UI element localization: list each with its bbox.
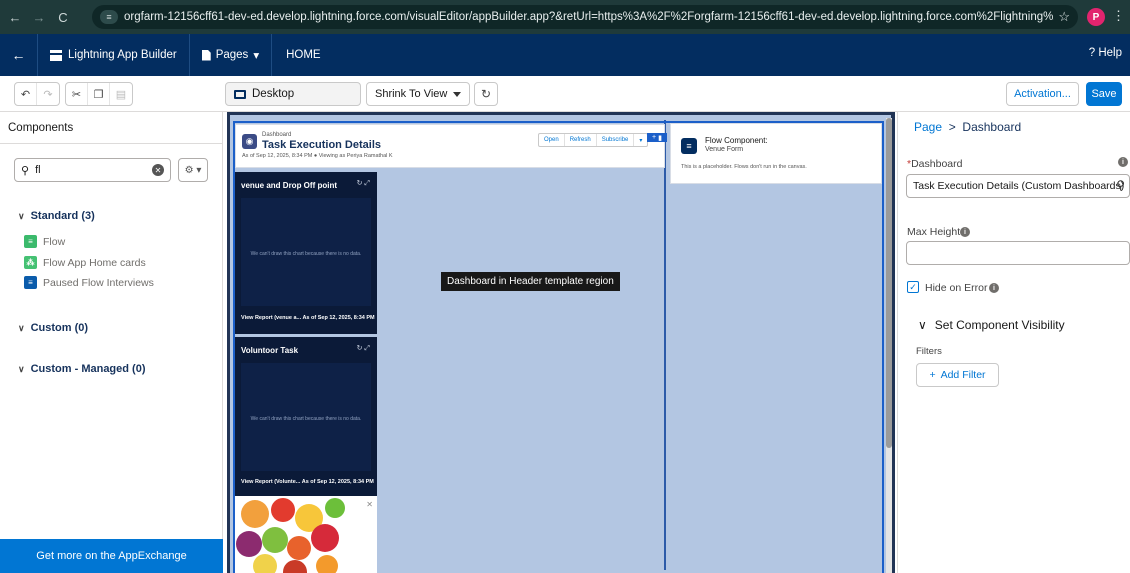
max-height-label-text: Max Height — [907, 226, 961, 238]
zoom-value: Shrink To View — [375, 88, 448, 100]
gear-icon: ⚙ ▾ — [184, 164, 202, 176]
device-selector[interactable]: Desktop — [225, 82, 361, 106]
url-text: orgfarm-12156cff61-dev-ed.develop.lightn… — [124, 11, 1054, 23]
undo-redo-group: ↶ ↷ — [14, 82, 60, 106]
help-label: Help — [1098, 47, 1122, 59]
caret-down-icon — [453, 92, 461, 97]
address-bar[interactable]: ≡ orgfarm-12156cff61-dev-ed.develop.ligh… — [92, 5, 1078, 29]
bookmark-star-icon[interactable]: ☆ — [1058, 9, 1070, 25]
zoom-select[interactable]: Shrink To View — [366, 82, 470, 106]
chevron-down-icon: ∨ — [18, 322, 25, 333]
properties-panel: Page > Dashboard *Dashboard i Task Execu… — [897, 112, 1130, 573]
chevron-down-icon: ∨ — [918, 318, 927, 332]
set-component-visibility-toggle[interactable]: ∨ Set Component Visibility — [918, 318, 1065, 332]
page-icon — [201, 49, 211, 61]
browser-menu-icon[interactable]: ⋮ — [1112, 8, 1125, 24]
chevron-down-icon: ▾ — [253, 50, 260, 62]
pages-label: Pages — [215, 49, 249, 61]
component-flow-label: Flow — [43, 235, 66, 248]
add-filter-label: Add Filter — [940, 369, 986, 381]
back-button[interactable]: ← — [0, 34, 38, 76]
profile-avatar[interactable]: P — [1087, 8, 1105, 26]
chevron-down-icon: ∨ — [18, 363, 25, 374]
reload-icon[interactable]: C — [54, 10, 72, 25]
flow-icon: ≡ — [24, 235, 37, 248]
dashboard-lookup-input[interactable]: Task Execution Details (Custom Dashboard… — [906, 174, 1130, 198]
page-canvas[interactable]: ◉ Dashboard Task Execution Details As of… — [227, 112, 895, 573]
app-builder-icon — [50, 49, 62, 61]
section-custom-managed-label: Custom - Managed (0) — [30, 363, 146, 375]
section-custom-label: Custom (0) — [30, 322, 89, 334]
dashboard-field-label: *Dashboard — [907, 158, 962, 170]
component-paused-flow-label: Paused Flow Interviews — [43, 276, 154, 289]
breadcrumb-separator: > — [945, 120, 960, 134]
app-builder-title: Lightning App Builder — [38, 34, 190, 76]
selected-component-outline — [233, 121, 884, 573]
max-height-input[interactable] — [906, 241, 1130, 265]
device-label: Desktop — [252, 88, 295, 100]
info-icon[interactable]: i — [989, 283, 999, 293]
redo-icon[interactable]: ↷ — [37, 83, 59, 105]
save-button[interactable]: Save — [1086, 82, 1122, 106]
hide-on-error-label: Hide on Error — [925, 282, 988, 294]
settings-menu-button[interactable]: ⚙ ▾ — [178, 158, 208, 182]
hide-on-error-checkbox[interactable]: ✓ — [907, 281, 919, 293]
dashboard-lookup-value: Task Execution Details (Custom Dashboard… — [913, 180, 1125, 192]
scrollbar-thumb[interactable] — [886, 118, 892, 448]
site-info-icon[interactable]: ≡ — [100, 10, 118, 24]
component-flow[interactable]: ≡ Flow — [24, 235, 65, 248]
builder-toolbar: ↶ ↷ ✂ ❐ ▤ Desktop Shrink To View ↻ Activ… — [0, 76, 1130, 112]
clear-search-icon[interactable]: ✕ — [152, 164, 164, 176]
search-icon: ⚲ — [1116, 178, 1125, 192]
component-flow-app-home-cards[interactable]: ⁂ Flow App Home cards — [24, 256, 146, 269]
section-custom[interactable]: ∨ Custom (0) — [18, 322, 88, 334]
canvas-scrollbar[interactable] — [886, 118, 892, 573]
appexchange-link[interactable]: Get more on the AppExchange — [0, 539, 223, 573]
forward-arrow-icon[interactable]: → — [30, 10, 48, 25]
section-custom-managed[interactable]: ∨ Custom - Managed (0) — [18, 363, 146, 375]
plus-icon: + — [929, 369, 936, 381]
app-builder-header: ← Lightning App Builder Pages ▾ HOME ? H… — [0, 34, 1130, 76]
set-component-visibility-label: Set Component Visibility — [934, 318, 1065, 332]
info-icon[interactable]: i — [1118, 157, 1128, 167]
home-cards-icon: ⁂ — [24, 256, 37, 269]
app-builder-label: Lightning App Builder — [68, 49, 177, 61]
dashboard-label-text: Dashboard — [911, 158, 963, 170]
refresh-button[interactable]: ↻ — [474, 82, 498, 106]
max-height-label: Max Height — [907, 226, 960, 238]
back-arrow-icon[interactable]: ← — [6, 10, 24, 25]
search-icon: ⚲ — [21, 164, 30, 177]
page-name: HOME — [286, 49, 321, 61]
paused-flow-icon: ≡ — [24, 276, 37, 289]
help-link[interactable]: ? Help — [1089, 47, 1122, 59]
info-icon[interactable]: i — [960, 227, 970, 237]
activation-button[interactable]: Activation... — [1006, 82, 1079, 106]
filters-label: Filters — [916, 346, 942, 357]
component-flow-app-home-cards-label: Flow App Home cards — [43, 256, 146, 269]
breadcrumb-current: Dashboard — [962, 120, 1022, 134]
components-panel: Components ⚲ fl ✕ ⚙ ▾ ∨ Standard (3) ≡ F… — [0, 112, 223, 573]
breadcrumb: Page > Dashboard — [914, 120, 1021, 134]
paste-icon[interactable]: ▤ — [110, 83, 132, 105]
search-value: fl — [35, 164, 41, 176]
breadcrumb-page[interactable]: Page — [914, 120, 942, 134]
edit-group: ✂ ❐ ▤ — [65, 82, 133, 106]
components-search-input[interactable]: ⚲ fl ✕ — [14, 158, 171, 182]
desktop-monitor-icon — [234, 89, 246, 99]
cut-icon[interactable]: ✂ — [66, 83, 88, 105]
chevron-down-icon: ∨ — [18, 210, 25, 221]
browser-bar: ← → C ≡ orgfarm-12156cff61-dev-ed.develo… — [0, 0, 1130, 34]
copy-icon[interactable]: ❐ — [88, 83, 110, 105]
pages-menu[interactable]: Pages ▾ — [190, 34, 273, 76]
help-icon: ? — [1088, 47, 1096, 59]
component-paused-flow-interviews[interactable]: ≡ Paused Flow Interviews — [24, 276, 154, 289]
undo-icon[interactable]: ↶ — [15, 83, 37, 105]
components-title: Components — [0, 112, 222, 144]
add-filter-button[interactable]: + Add Filter — [916, 363, 999, 387]
section-standard[interactable]: ∨ Standard (3) — [18, 210, 95, 222]
section-standard-label: Standard (3) — [30, 210, 95, 222]
